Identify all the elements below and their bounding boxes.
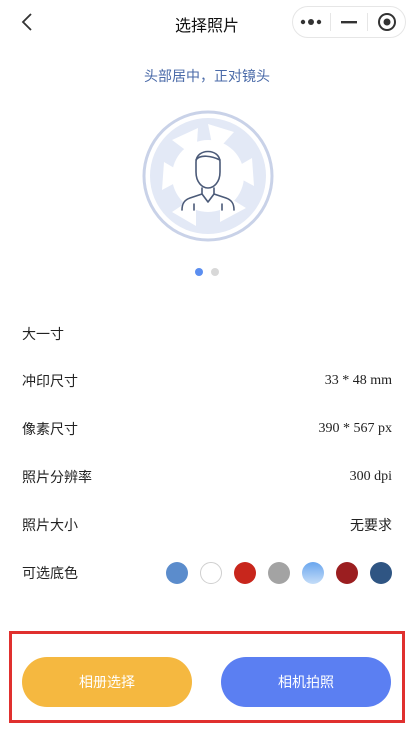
spec-row-size-name: 大一寸 xyxy=(22,320,392,348)
carousel-indicator xyxy=(0,268,414,276)
spec-row-print-size: 冲印尺寸 33 * 48 mm xyxy=(22,367,392,395)
bg-color-swatch[interactable] xyxy=(336,562,358,584)
size-name-label: 大一寸 xyxy=(22,327,64,343)
spec-row-pixel-size: 像素尺寸 390 * 567 px xyxy=(22,415,392,443)
bg-colors-label: 可选底色 xyxy=(22,566,78,582)
spec-row-file-size: 照片大小 无要求 xyxy=(22,511,392,539)
carousel-dot-active[interactable] xyxy=(195,268,203,276)
choose-from-album-button[interactable]: 相册选择 xyxy=(22,657,192,707)
bg-color-swatch[interactable] xyxy=(302,562,324,584)
take-photo-button[interactable]: 相机拍照 xyxy=(221,657,391,707)
more-menu-button[interactable] xyxy=(293,7,330,37)
framing-hint: 头部居中，正对镜头 xyxy=(144,69,270,85)
minimize-button[interactable] xyxy=(331,7,368,37)
resolution-label: 照片分辨率 xyxy=(22,470,92,486)
file-size-value: 无要求 xyxy=(350,518,392,534)
spec-row-bg-colors: 可选底色 xyxy=(22,559,392,587)
bg-color-swatch[interactable] xyxy=(370,562,392,584)
minimize-icon xyxy=(341,21,357,24)
resolution-value: 300 dpi xyxy=(349,469,392,484)
bg-color-swatch[interactable] xyxy=(268,562,290,584)
bg-color-swatches xyxy=(166,562,392,584)
nav-bar: 选择照片 xyxy=(0,0,414,44)
close-program-button[interactable] xyxy=(368,7,405,37)
mini-program-capsule xyxy=(292,6,406,38)
camera-shutter-portrait-icon xyxy=(142,110,274,242)
bg-color-swatch[interactable] xyxy=(200,562,222,584)
target-close-icon xyxy=(377,13,396,31)
pixel-size-value: 390 * 567 px xyxy=(318,421,393,436)
carousel-dot[interactable] xyxy=(211,268,219,276)
bg-color-swatch[interactable] xyxy=(166,562,188,584)
print-size-value: 33 * 48 mm xyxy=(324,373,392,388)
more-dots-icon xyxy=(301,19,322,25)
file-size-label: 照片大小 xyxy=(22,518,78,534)
print-size-label: 冲印尺寸 xyxy=(22,374,78,390)
sample-photo-illustration[interactable] xyxy=(142,110,274,242)
bg-color-swatch[interactable] xyxy=(234,562,256,584)
spec-row-resolution: 照片分辨率 300 dpi xyxy=(22,463,392,491)
pixel-size-label: 像素尺寸 xyxy=(22,422,78,438)
